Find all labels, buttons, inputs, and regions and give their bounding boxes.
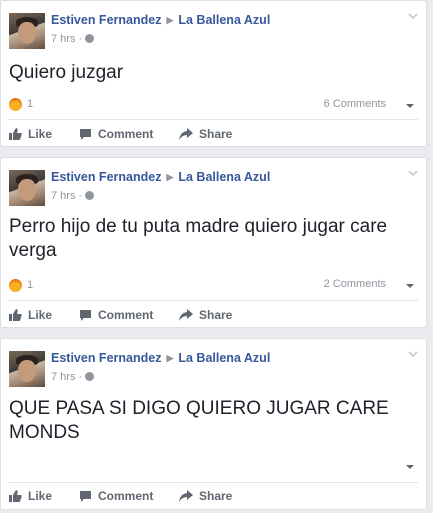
share-button[interactable]: Share	[179, 484, 232, 508]
arrow-right-icon: ▶	[166, 15, 174, 25]
post-header: Estiven Fernandez ▶ La Ballena Azul	[51, 351, 270, 365]
arrow-right-icon: ▶	[166, 353, 174, 363]
caret-down-icon[interactable]	[406, 104, 414, 108]
action-bar: Like Comment Share	[1, 303, 426, 327]
comment-count[interactable]: 2 Comments	[324, 278, 386, 290]
like-button[interactable]: Like	[9, 122, 52, 146]
action-bar: Like Comment Share	[1, 484, 426, 508]
post-meta: 7 hrs ·	[51, 371, 95, 383]
share-button[interactable]: Share	[179, 122, 232, 146]
chevron-down-icon[interactable]	[408, 168, 418, 178]
share-arrow-icon	[179, 128, 193, 140]
action-bar: Like Comment Share	[1, 122, 426, 146]
thumbs-up-icon	[9, 128, 22, 140]
author-name[interactable]: Estiven Fernandez	[51, 351, 161, 365]
comment-button[interactable]: Comment	[79, 122, 153, 146]
timestamp[interactable]: 7 hrs	[51, 190, 75, 202]
comment-button[interactable]: Comment	[79, 484, 153, 508]
speech-bubble-icon	[80, 310, 91, 321]
post-text: Perro hijo de tu puta madre quiero jugar…	[9, 216, 388, 261]
timestamp[interactable]: 7 hrs	[51, 33, 75, 45]
post-meta: 7 hrs ·	[51, 33, 95, 45]
post-header: Estiven Fernandez ▶ La Ballena Azul	[51, 170, 270, 184]
globe-icon	[85, 34, 95, 43]
reaction-count: 1	[27, 279, 34, 291]
share-arrow-icon	[179, 309, 193, 321]
thumbs-up-icon	[9, 309, 22, 321]
post-meta: 7 hrs ·	[51, 190, 95, 202]
post-card: Estiven Fernandez ▶ La Ballena Azul 7 hrs …	[0, 157, 427, 328]
chevron-down-icon[interactable]	[408, 349, 418, 359]
arrow-right-icon: ▶	[166, 172, 174, 182]
divider	[9, 300, 418, 301]
reactions-summary[interactable]: 1	[9, 97, 33, 111]
share-arrow-icon	[179, 490, 193, 502]
avatar[interactable]	[9, 13, 45, 49]
post-header: Estiven Fernandez ▶ La Ballena Azul	[51, 13, 270, 27]
speech-bubble-icon	[80, 129, 91, 140]
author-name[interactable]: Estiven Fernandez	[51, 170, 161, 184]
group-name[interactable]: La Ballena Azul	[178, 13, 270, 27]
avatar[interactable]	[9, 351, 45, 387]
group-name[interactable]: La Ballena Azul	[178, 351, 270, 365]
angry-reaction-icon	[9, 278, 22, 292]
reactions-summary[interactable]: 1	[9, 278, 33, 292]
post-card: Estiven Fernandez ▶ La Ballena Azul 7 hrs …	[0, 0, 427, 147]
angry-reaction-icon	[9, 97, 22, 111]
post-text: QUE PASA SI DIGO QUIERO JUGAR CARE MONDS	[9, 398, 389, 443]
chevron-down-icon[interactable]	[408, 11, 418, 21]
comment-button[interactable]: Comment	[79, 303, 153, 327]
caret-down-icon[interactable]	[406, 465, 414, 469]
like-button[interactable]: Like	[9, 303, 52, 327]
comment-count[interactable]: 6 Comments	[324, 98, 386, 110]
caret-down-icon[interactable]	[406, 284, 414, 288]
avatar[interactable]	[9, 170, 45, 206]
speech-bubble-icon	[80, 491, 91, 502]
post-card: Estiven Fernandez ▶ La Ballena Azul 7 hrs …	[0, 338, 427, 510]
globe-icon	[85, 372, 95, 381]
timestamp[interactable]: 7 hrs	[51, 371, 75, 383]
thumbs-up-icon	[9, 490, 22, 502]
divider	[9, 482, 418, 483]
group-name[interactable]: La Ballena Azul	[178, 170, 270, 184]
reaction-count: 1	[27, 98, 34, 110]
post-text: Quiero juzgar	[9, 62, 124, 83]
globe-icon	[85, 191, 95, 200]
like-button[interactable]: Like	[9, 484, 52, 508]
author-name[interactable]: Estiven Fernandez	[51, 13, 161, 27]
divider	[9, 119, 418, 120]
share-button[interactable]: Share	[179, 303, 232, 327]
